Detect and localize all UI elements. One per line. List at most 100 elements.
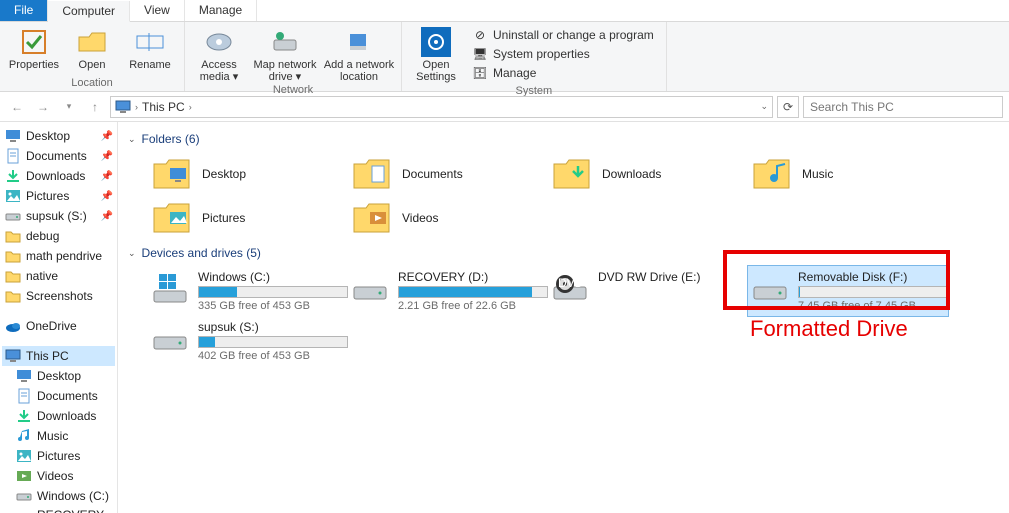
pin-icon: 📌 — [101, 131, 113, 142]
tree-label: Documents — [26, 149, 87, 163]
up-button[interactable]: ↑ — [84, 96, 106, 118]
tree-item-downloads[interactable]: Downloads📌 — [2, 166, 115, 186]
down-icon — [16, 408, 32, 424]
search-input[interactable]: Search This PC — [803, 96, 1003, 118]
annotation-text: Formatted Drive — [750, 316, 908, 342]
open-settings-button[interactable]: Open Settings — [408, 24, 464, 84]
tab-manage[interactable]: Manage — [185, 0, 257, 21]
folder-label: Pictures — [202, 211, 245, 225]
folder-desktop[interactable]: Desktop — [148, 152, 348, 196]
drive-icon — [5, 208, 21, 224]
tree-item-screenshots[interactable]: Screenshots — [2, 286, 115, 306]
doc-icon — [16, 388, 32, 404]
tree-item-documents[interactable]: Documents📌 — [2, 146, 115, 166]
doc-icon — [5, 148, 21, 164]
capacity-bar — [198, 336, 348, 348]
tree-item-pictures[interactable]: Pictures — [2, 446, 115, 466]
tree-label: Music — [37, 429, 68, 443]
pin-icon: 📌 — [101, 211, 113, 222]
address-bar[interactable]: › This PC › ⌄ — [110, 96, 773, 118]
tree-label: Pictures — [26, 189, 69, 203]
tree-item-pictures[interactable]: Pictures📌 — [2, 186, 115, 206]
map-drive-button[interactable]: Map network drive ▾ — [249, 24, 321, 83]
tree-label: Videos — [37, 469, 73, 483]
folder-music[interactable]: Music — [748, 152, 948, 196]
tree-label: This PC — [26, 349, 69, 363]
drive-name: supsuk (S:) — [198, 320, 348, 334]
folder-label: Documents — [402, 167, 463, 181]
folder-label: Videos — [402, 211, 438, 225]
drive-free: 7.45 GB free of 7.45 GB — [798, 300, 948, 312]
pin-icon: 📌 — [101, 171, 113, 182]
rename-button[interactable]: Rename — [122, 24, 178, 71]
folder-downloads[interactable]: Downloads — [548, 152, 748, 196]
tree-item-debug[interactable]: debug — [2, 226, 115, 246]
tree-item-windows-c-[interactable]: Windows (C:) — [2, 486, 115, 506]
manage-icon: 🗄 — [472, 65, 488, 81]
tab-view[interactable]: View — [130, 0, 185, 21]
tab-computer[interactable]: Computer — [48, 1, 130, 22]
pic-big-icon — [152, 200, 192, 236]
tree-item-math-pendrive[interactable]: math pendrive — [2, 246, 115, 266]
tree-item-desktop[interactable]: Desktop — [2, 366, 115, 386]
caret-down-icon: ⌄ — [128, 134, 136, 145]
properties-button[interactable]: Properties — [6, 24, 62, 71]
open-button[interactable]: Open — [64, 24, 120, 71]
tree-label: RECOVERY (D:) — [37, 508, 112, 513]
thispc-icon — [115, 100, 131, 114]
tree-label: math pendrive — [26, 249, 102, 263]
tab-strip: File Computer View Manage — [0, 0, 1009, 22]
folder-icon — [5, 268, 21, 284]
drive-windows-c-[interactable]: Windows (C:)335 GB free of 453 GB — [148, 266, 348, 316]
tree-label: debug — [26, 229, 59, 243]
folder-documents[interactable]: Documents — [348, 152, 548, 196]
recent-dropdown[interactable]: ▾ — [58, 96, 80, 118]
drive-supsuk-s-[interactable]: supsuk (S:) 402 GB free of 453 GB — [148, 316, 348, 366]
folder-open-icon — [76, 26, 108, 58]
desktop-big-icon — [152, 156, 192, 192]
folder-videos[interactable]: Videos — [348, 196, 548, 240]
drives-header[interactable]: ⌄Devices and drives (5) — [128, 246, 999, 260]
back-button[interactable]: ← — [6, 96, 28, 118]
tree-item-music[interactable]: Music — [2, 426, 115, 446]
tree-item-native[interactable]: native — [2, 266, 115, 286]
chevron-down-icon[interactable]: ⌄ — [760, 101, 768, 112]
manage-button[interactable]: 🗄Manage — [470, 64, 656, 82]
pic-icon — [16, 448, 32, 464]
tree-item-onedrive[interactable]: OneDrive — [2, 316, 115, 336]
folder-icon — [5, 248, 21, 264]
tree-label: Documents — [37, 389, 98, 403]
tree-item-desktop[interactable]: Desktop📌 — [2, 126, 115, 146]
access-media-button[interactable]: Access media ▾ — [191, 24, 247, 83]
tree-label: Pictures — [37, 449, 80, 463]
tree-item-thispc[interactable]: This PC — [2, 346, 115, 366]
tree-item-supsuk-s-[interactable]: supsuk (S:)📌 — [2, 206, 115, 226]
ribbon-group-system: Open Settings ⊘Uninstall or change a pro… — [402, 22, 667, 91]
drive-recovery-d-[interactable]: RECOVERY (D:)2.21 GB free of 22.6 GB — [348, 266, 548, 316]
drive-free: 402 GB free of 453 GB — [198, 350, 348, 362]
capacity-bar — [198, 286, 348, 298]
tree-item-downloads[interactable]: Downloads — [2, 406, 115, 426]
forward-button[interactable]: → — [32, 96, 54, 118]
folders-header[interactable]: ⌄Folders (6) — [128, 132, 999, 146]
breadcrumb-thispc[interactable]: This PC — [142, 100, 185, 114]
tree-item-videos[interactable]: Videos — [2, 466, 115, 486]
media-icon — [203, 26, 235, 58]
add-location-button[interactable]: Add a network location — [323, 24, 395, 83]
tree-label: Windows (C:) — [37, 489, 109, 503]
refresh-button[interactable]: ⟳ — [777, 96, 799, 118]
win-drive-icon — [152, 270, 188, 306]
chevron-right-icon: › — [189, 102, 192, 112]
music-icon — [16, 428, 32, 444]
tab-file[interactable]: File — [0, 0, 48, 21]
tree-item-recovery-d-[interactable]: RECOVERY (D:) — [2, 506, 115, 513]
ribbon-group-network: Access media ▾ Map network drive ▾ Add a… — [185, 22, 402, 91]
folder-pictures[interactable]: Pictures — [148, 196, 348, 240]
down-icon — [5, 168, 21, 184]
system-properties-button[interactable]: 🖥System properties — [470, 45, 656, 63]
drive-dvd-rw-drive-e-[interactable]: DVDDVD RW Drive (E:) — [548, 266, 748, 316]
drive-removable-disk-f-[interactable]: Removable Disk (F:)7.45 GB free of 7.45 … — [748, 266, 948, 316]
drive-icon — [16, 488, 32, 504]
tree-item-documents[interactable]: Documents — [2, 386, 115, 406]
uninstall-button[interactable]: ⊘Uninstall or change a program — [470, 26, 656, 44]
